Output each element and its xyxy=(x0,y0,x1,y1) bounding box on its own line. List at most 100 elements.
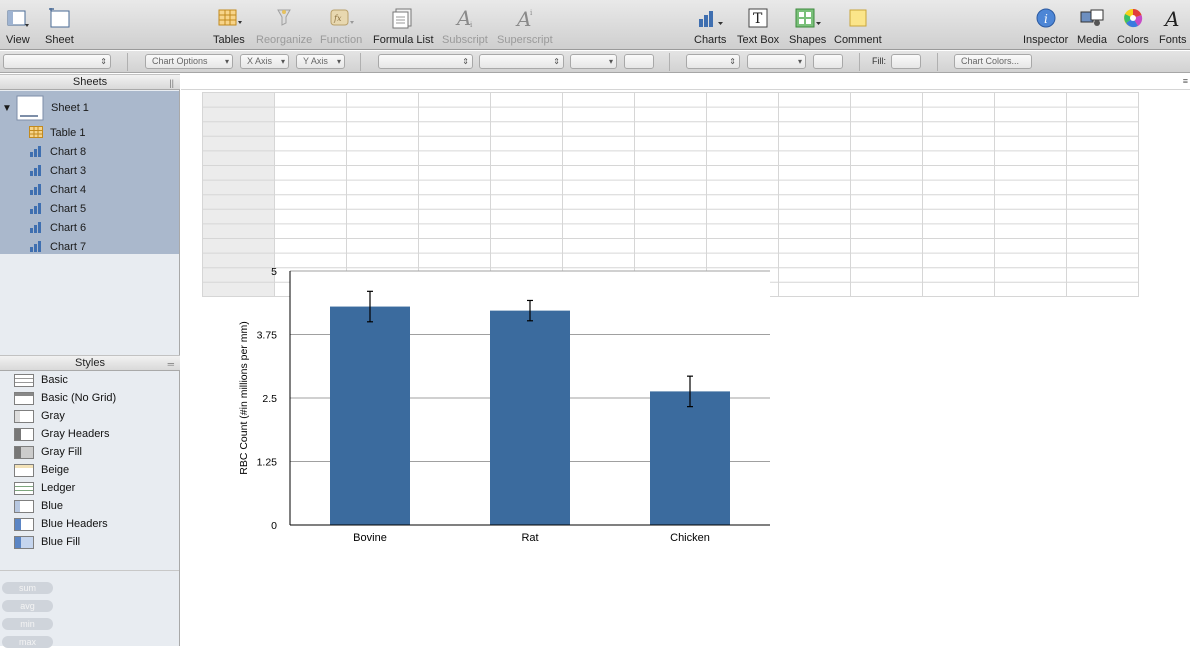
reorganize-button[interactable]: Reorganize xyxy=(256,6,312,46)
style-item[interactable]: Blue xyxy=(0,498,179,516)
svg-text:fx: fx xyxy=(333,14,342,23)
style-item[interactable]: Gray xyxy=(0,408,179,426)
style-label: Blue Headers xyxy=(41,518,108,530)
divider xyxy=(0,570,179,571)
sidebar-item-table[interactable]: Table 1 xyxy=(0,123,179,142)
font-size-combo[interactable]: ▾ xyxy=(570,54,617,69)
style-swatch-icon xyxy=(14,482,34,495)
sidebar-item-chart[interactable]: Chart 3 xyxy=(0,161,179,180)
style-item[interactable]: Gray Headers xyxy=(0,426,179,444)
sidebar-item-chart[interactable]: Chart 5 xyxy=(0,199,179,218)
style-item[interactable]: Basic xyxy=(0,372,179,390)
y-tick-label: 2.5 xyxy=(262,393,277,405)
line-style-popup[interactable]: ⇕ xyxy=(686,54,740,69)
text-box-button[interactable]: T Text Box xyxy=(737,6,779,46)
media-button[interactable]: Media xyxy=(1077,6,1107,46)
subscript-button[interactable]: Ai Subscript xyxy=(442,6,488,46)
chart-options-popup[interactable]: Chart Options ▾ xyxy=(145,54,233,69)
inspector-button[interactable]: i Inspector xyxy=(1023,6,1068,46)
style-label: Gray Headers xyxy=(41,428,110,440)
line-color-well[interactable] xyxy=(813,54,843,69)
chart-icon xyxy=(30,146,41,157)
disclosure-triangle-icon[interactable]: ▼ xyxy=(2,103,12,114)
table-icon xyxy=(29,126,43,138)
colors-button[interactable]: Colors xyxy=(1117,6,1149,46)
style-label: Gray Fill xyxy=(41,446,82,458)
fill-color-well[interactable] xyxy=(891,54,921,69)
y-axis-label: RBC Count (#in millions per mm) xyxy=(238,321,250,474)
svg-text:i: i xyxy=(530,9,533,17)
style-item[interactable]: Gray Fill xyxy=(0,444,179,462)
style-item[interactable]: Ledger xyxy=(0,480,179,498)
sidebar-item-label: Table 1 xyxy=(50,126,86,139)
style-item[interactable]: Blue Headers xyxy=(0,516,179,534)
sidebar-item-chart[interactable]: Chart 8 xyxy=(0,142,179,161)
y-tick-label: 5 xyxy=(271,266,277,278)
chart-colors-button[interactable]: Chart Colors... xyxy=(954,54,1032,69)
fill-label: Fill: xyxy=(872,56,886,66)
svg-text:i: i xyxy=(470,21,473,29)
separator xyxy=(859,53,860,71)
bar[interactable] xyxy=(490,310,570,525)
function-min-button[interactable]: min xyxy=(2,618,53,630)
ruler-grip-icon[interactable]: ≡ xyxy=(1183,76,1188,86)
fonts-button[interactable]: A Fonts xyxy=(1159,6,1187,46)
style-swatch-icon xyxy=(14,374,34,387)
style-item[interactable]: Basic (No Grid) xyxy=(0,390,179,408)
y-axis-popup[interactable]: Y Axis ▾ xyxy=(296,54,345,69)
charts-icon xyxy=(696,6,724,30)
function-sum-button[interactable]: sum xyxy=(2,582,53,594)
sidebar-item-chart[interactable]: Chart 4 xyxy=(0,180,179,199)
shapes-button[interactable]: Shapes xyxy=(789,6,826,46)
style-label: Blue Fill xyxy=(41,536,81,548)
sheet-button[interactable]: Sheet xyxy=(45,6,74,46)
view-button[interactable]: View xyxy=(6,6,30,46)
style-item[interactable]: Beige xyxy=(0,462,179,480)
sidebar-item-chart[interactable]: Chart 6 xyxy=(0,218,179,237)
style-swatch-icon xyxy=(14,536,34,549)
function-button[interactable]: fx Function xyxy=(320,6,362,46)
x-tick-label: Bovine xyxy=(353,532,387,544)
text-color-well[interactable] xyxy=(624,54,654,69)
sheet-item[interactable]: ▼ Sheet 1 xyxy=(0,95,179,121)
formula-list-button[interactable]: Formula List xyxy=(373,6,434,46)
style-item[interactable]: Blue Fill xyxy=(0,534,179,552)
tables-icon xyxy=(216,6,242,30)
styles-header: Styles ═ xyxy=(0,355,180,371)
function-max-button[interactable]: max xyxy=(2,636,53,648)
separator xyxy=(669,53,670,71)
view-icon xyxy=(7,6,29,30)
sidebar-item-chart[interactable]: Chart 7 xyxy=(0,237,179,256)
tables-button[interactable]: Tables xyxy=(213,6,245,46)
sidebar-item-label: Chart 3 xyxy=(50,164,87,177)
svg-text:i: i xyxy=(1044,12,1048,26)
sidebar: Sheets || ▼ Sheet 1 Table 1 Chart 8 Chart … xyxy=(0,74,180,648)
bar-chart[interactable]: 0 1.25 2.5 3.75 5 Bovine Rat Chicken RBC Count (… xyxy=(225,262,785,552)
comment-button[interactable]: Comment xyxy=(834,6,882,46)
sheet-icon xyxy=(16,95,44,121)
x-axis-popup[interactable]: X Axis ▾ xyxy=(240,54,289,69)
line-width-combo[interactable]: ▾ xyxy=(747,54,806,69)
format-bar: ⇕ Chart Options ▾ X Axis ▾ Y Axis ▾ ⇕ ⇕ ▾ ⇕… xyxy=(0,51,1190,73)
style-popup[interactable]: ⇕ xyxy=(3,54,111,69)
sheets-list: ▼ Sheet 1 Table 1 Chart 8 Chart 3 Chart 4 Ch… xyxy=(0,91,179,254)
bar[interactable] xyxy=(330,306,410,525)
reorganize-icon xyxy=(274,6,294,30)
y-tick-label: 3.75 xyxy=(257,330,278,342)
chart-icon xyxy=(30,165,41,176)
style-swatch-icon xyxy=(14,428,34,441)
font-family-popup[interactable]: ⇕ xyxy=(378,54,473,69)
charts-button[interactable]: Charts xyxy=(694,6,726,46)
bar[interactable] xyxy=(650,391,730,525)
separator xyxy=(127,53,128,71)
grip-icon[interactable]: || xyxy=(169,76,174,90)
ruler: ≡ xyxy=(181,74,1190,90)
grip-icon[interactable]: ═ xyxy=(168,357,174,371)
chart-icon xyxy=(30,203,41,214)
function-avg-button[interactable]: avg xyxy=(2,600,53,612)
superscript-button[interactable]: Ai Superscript xyxy=(497,6,553,46)
separator xyxy=(360,53,361,71)
style-swatch-icon xyxy=(14,392,34,405)
font-style-popup[interactable]: ⇕ xyxy=(479,54,564,69)
y-tick-label: 0 xyxy=(271,520,277,532)
